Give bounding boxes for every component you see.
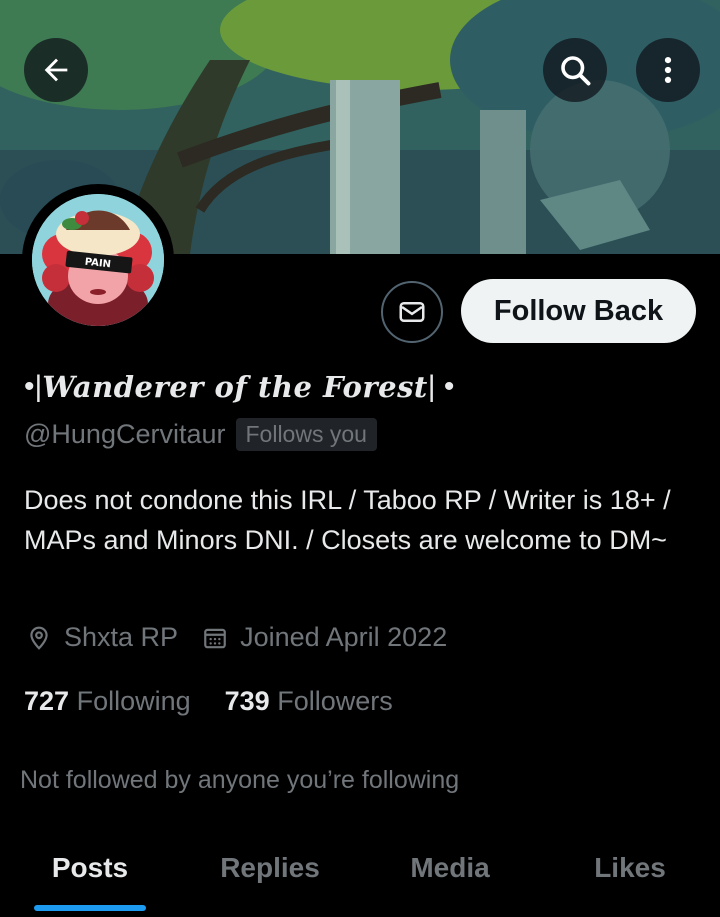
- joined-item: Joined April 2022: [202, 622, 447, 653]
- display-name-suffix: | •: [427, 370, 455, 403]
- tab-posts[interactable]: Posts: [0, 852, 180, 884]
- following-count: 727: [24, 686, 70, 716]
- location-item: Shxta RP: [26, 622, 178, 653]
- more-vertical-icon: [664, 56, 672, 84]
- handle-row: @HungCervitaur Follows you: [24, 418, 377, 451]
- social-context: Not followed by anyone you’re following: [20, 766, 460, 794]
- followers-count: 739: [224, 686, 270, 716]
- follows-you-badge: Follows you: [235, 418, 377, 451]
- profile-meta: Shxta RP Joined April 2022: [26, 622, 471, 653]
- tab-media[interactable]: Media: [360, 852, 540, 884]
- display-name: •| Wanderer of the Forest | •: [24, 362, 454, 412]
- mail-icon: [399, 302, 425, 322]
- arrow-left-icon: [44, 58, 68, 82]
- avatar[interactable]: PAIN: [22, 184, 174, 336]
- profile-tabs: Posts Replies Media Likes: [0, 840, 720, 917]
- back-button[interactable]: [24, 38, 88, 102]
- display-name-prefix: •|: [24, 370, 43, 403]
- followers-stat[interactable]: 739 Followers: [225, 686, 393, 717]
- active-tab-indicator: [34, 905, 146, 911]
- tab-replies[interactable]: Replies: [180, 852, 360, 884]
- user-handle: @HungCervitaur: [24, 419, 226, 449]
- more-options-button[interactable]: [636, 38, 700, 102]
- following-stat[interactable]: 727 Following: [24, 686, 191, 717]
- joined-text: Joined April 2022: [240, 622, 448, 652]
- message-button[interactable]: [381, 281, 443, 343]
- tab-likes[interactable]: Likes: [540, 852, 720, 884]
- avatar-image: PAIN: [32, 194, 164, 326]
- calendar-icon: [204, 628, 226, 648]
- follow-stats: 727 Following 739 Followers: [24, 686, 427, 717]
- search-icon: [561, 56, 591, 86]
- search-button[interactable]: [543, 38, 607, 102]
- location-text: Shxta RP: [64, 622, 179, 652]
- display-name-script: Wanderer of the Forest: [42, 370, 428, 404]
- follow-back-button[interactable]: Follow Back: [461, 279, 696, 343]
- profile-bio: Does not condone this IRL / Taboo RP / W…: [24, 485, 671, 555]
- location-pin-icon: [30, 626, 48, 650]
- followers-label: Followers: [277, 686, 393, 716]
- following-label: Following: [76, 686, 191, 716]
